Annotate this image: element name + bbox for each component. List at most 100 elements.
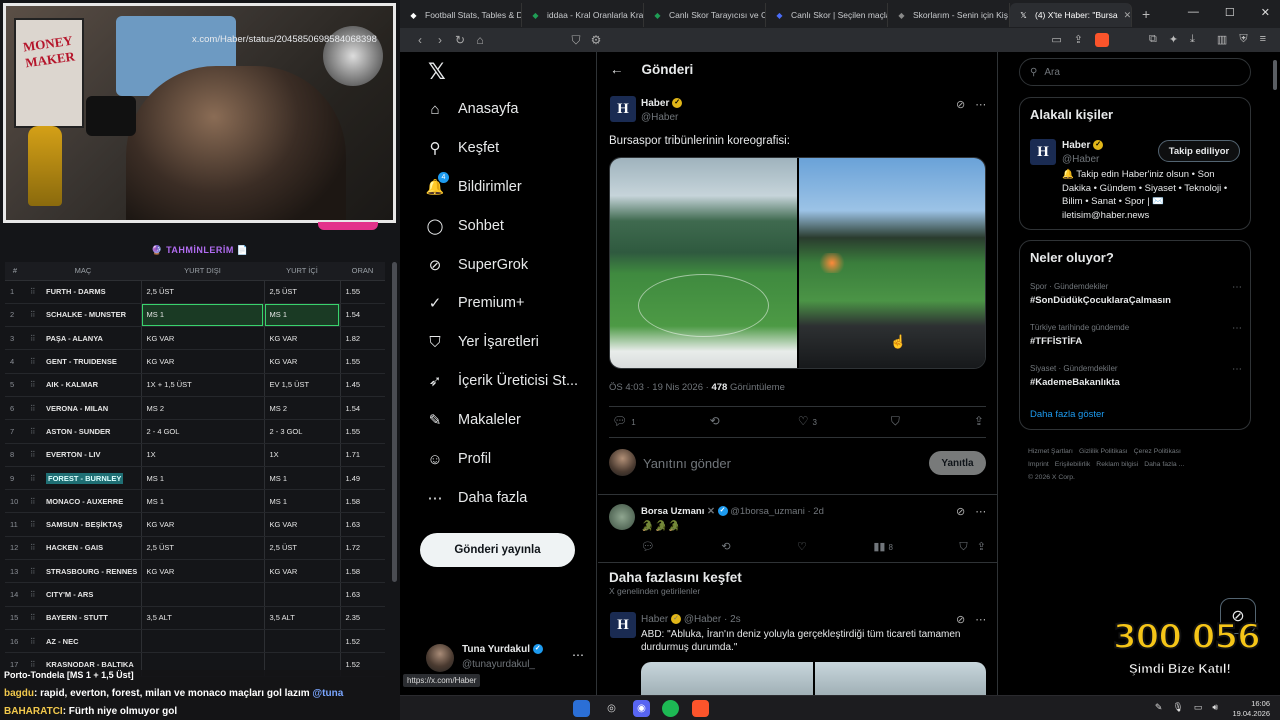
vpn-icon[interactable]: ⛨ (1239, 33, 1247, 47)
share-icon[interactable]: ⇪ (1074, 33, 1083, 47)
footer-link[interactable]: Çerez Politikası (1134, 448, 1181, 455)
views-button[interactable]: ▮▮ 8 (873, 540, 893, 554)
brave-icon[interactable] (692, 700, 709, 717)
drag-handle-icon[interactable]: ⠿ (25, 303, 41, 328)
minimize-icon[interactable]: — (1188, 6, 1199, 19)
drag-handle-icon[interactable]: ⠿ (25, 349, 41, 374)
drag-handle-icon[interactable]: ⠿ (25, 606, 41, 630)
post-button[interactable]: Gönderi yayınla (420, 533, 575, 567)
drag-handle-icon[interactable]: ⠿ (25, 559, 41, 584)
reply-button[interactable]: 💬︎ 1 (612, 414, 636, 429)
spotify-icon[interactable] (662, 700, 679, 717)
pen-icon[interactable]: ✎ (1155, 702, 1163, 713)
stadium-photo[interactable] (610, 158, 797, 368)
x-logo-icon[interactable]: 𝕏 (428, 60, 446, 85)
nav-item-grok[interactable]: ⊘ SuperGrok (426, 256, 528, 274)
footer-link[interactable]: Hizmet Şartları (1028, 448, 1073, 455)
tweet-author[interactable]: H Haber ✓ @Haber (610, 96, 683, 123)
maximize-icon[interactable]: ☐ (1225, 6, 1235, 19)
more-icon[interactable]: ⋯ (1232, 282, 1242, 293)
author-name[interactable]: Haber ✓ @Haber · 2s (641, 614, 741, 625)
nav-item-bell[interactable]: 🔔 4 Bildirimler (426, 172, 522, 196)
footer-link[interactable]: Imprint (1028, 461, 1049, 468)
more-icon[interactable]: ⋯ (975, 98, 986, 111)
following-button[interactable]: Takip ediliyor (1158, 140, 1240, 162)
footer-link[interactable]: Erişilebilirlik (1055, 461, 1091, 468)
grok-icon[interactable]: ⊘ (956, 98, 965, 111)
browser-tab[interactable]: ◆ Skorlarım - Senin için Kiş (888, 3, 1010, 27)
drag-handle-icon[interactable]: ⠿ (25, 373, 41, 397)
clock[interactable]: 16:06 19.04.2026 (1232, 699, 1270, 719)
nav-item-premium[interactable]: ✓ Premium+ (426, 294, 525, 312)
more-icon[interactable]: ⋯ (572, 648, 584, 662)
author-name[interactable]: Haber ✓ (641, 98, 683, 109)
nav-item-profile[interactable]: ☺ Profil (426, 450, 491, 468)
related-handle[interactable]: @Haber (1062, 154, 1099, 165)
nav-item-home[interactable]: ⌂ Anasayfa (426, 100, 518, 118)
share-button[interactable]: ⇪ (974, 414, 984, 429)
download-icon[interactable]: ⤓ (1190, 33, 1195, 47)
bookmark-page-icon[interactable]: ⛉ (566, 33, 586, 48)
drag-handle-icon[interactable]: ⠿ (25, 582, 41, 607)
browser-tab[interactable]: ◆ Canlı Skor Tarayıcısı ve Ca (644, 3, 766, 27)
mic-icon[interactable]: 🎙︎ (1172, 702, 1183, 713)
drag-handle-icon[interactable]: ⠿ (25, 396, 41, 421)
table-scrollbar[interactable] (392, 262, 397, 582)
footer-link[interactable]: Reklam bilgisi (1096, 461, 1138, 468)
trend-item[interactable]: Siyaset · Gündemdekiler #KademeBakanlıkt… (1030, 364, 1242, 388)
more-icon[interactable]: ⋯ (975, 505, 986, 518)
reply-author[interactable]: Borsa Uzmanı ✕ ✓ @1borsa_uzmani · 2d (641, 506, 824, 517)
nav-item-bookmark[interactable]: ⛉ Yer İşaretleri (426, 333, 539, 351)
brave-shield-icon[interactable] (1094, 33, 1109, 47)
more-icon[interactable]: ⋯ (1232, 364, 1242, 375)
drag-handle-icon[interactable]: ⠿ (25, 629, 41, 654)
new-tab-icon[interactable]: + (1142, 6, 1150, 22)
trend-item[interactable]: Türkiye tarihinde gündemde #TFFİSTİFA ⋯ (1030, 323, 1242, 347)
puzzle-icon[interactable]: ✦ (1169, 33, 1178, 47)
drag-handle-icon[interactable]: ⠿ (25, 280, 41, 304)
grok-icon[interactable]: ⊘ (956, 505, 965, 518)
more-icon[interactable]: ⋯ (1232, 323, 1242, 334)
author-handle[interactable]: @Haber (641, 112, 678, 123)
drag-handle-icon[interactable]: ⠿ (25, 443, 41, 467)
haber-logo[interactable]: H (1030, 139, 1056, 165)
back-arrow-icon[interactable]: ← (610, 62, 624, 77)
forward-icon[interactable]: › (430, 33, 450, 47)
drag-handle-icon[interactable]: ⠿ (25, 326, 41, 351)
account-switcher[interactable]: Tuna Yurdakul ✓ @tunayurdakul_ ⋯ (426, 642, 586, 674)
drag-handle-icon[interactable]: ⠿ (25, 536, 41, 561)
bookmark-button[interactable]: ⛉ (891, 414, 900, 429)
browser-tab[interactable]: ◆ iddaa - Kral Oranlarla Kra (522, 3, 644, 27)
home-icon[interactable]: ⌂ (470, 33, 490, 47)
discord-icon[interactable]: ◉ (633, 700, 650, 717)
search-input[interactable]: ⚲ Ara (1019, 58, 1251, 86)
haber-avatar[interactable]: H (610, 612, 636, 638)
back-icon[interactable]: ‹ (410, 33, 430, 47)
site-settings-icon[interactable]: ⚙ (586, 33, 606, 47)
reply-input[interactable]: Yanıtını gönder (643, 456, 731, 471)
browser-tab[interactable]: ◆ Football Stats, Tables & D (400, 3, 522, 27)
more-icon[interactable]: ⋯ (975, 613, 986, 626)
nav-item-more[interactable]: ⋯ Daha fazla (426, 489, 528, 507)
reply-button[interactable]: 💬︎ (641, 540, 655, 554)
like-button[interactable]: ♡ (797, 540, 807, 554)
windows-start-icon[interactable] (573, 700, 590, 717)
show-more-link[interactable]: Daha fazla göster (1030, 409, 1104, 420)
retweet-button[interactable]: ⟲ (721, 540, 730, 554)
footer-link[interactable]: Daha fazla ... (1144, 461, 1184, 468)
volume-icon[interactable]: 🔊︎ (1212, 702, 1218, 713)
retweet-button[interactable]: ⟲ (710, 414, 724, 429)
cast-icon[interactable]: ▭ (1051, 33, 1061, 47)
related-name[interactable]: Haber ✓ (1062, 140, 1104, 151)
like-button[interactable]: ♡ 3 (798, 414, 817, 429)
tweet-time[interactable]: ÖS 4:03 · 19 Nis 2026 · (609, 382, 711, 393)
tweet-media[interactable] (609, 157, 986, 369)
browser-tab[interactable]: 𝕏 (4) X'te Haber: "Bursa ✕ (1010, 3, 1132, 27)
nav-item-chat[interactable]: ◯ Sohbet (426, 217, 504, 235)
close-icon[interactable]: ✕ (1261, 6, 1270, 19)
nav-item-search[interactable]: ⚲ Keşfet (426, 139, 500, 157)
url-text[interactable]: x.com/Haber/status/2045850698584068398 (192, 34, 377, 45)
related-avatar[interactable]: H (1030, 139, 1056, 165)
menu-icon[interactable]: ≡ (1260, 33, 1266, 47)
reload-icon[interactable]: ↻ (450, 33, 470, 47)
